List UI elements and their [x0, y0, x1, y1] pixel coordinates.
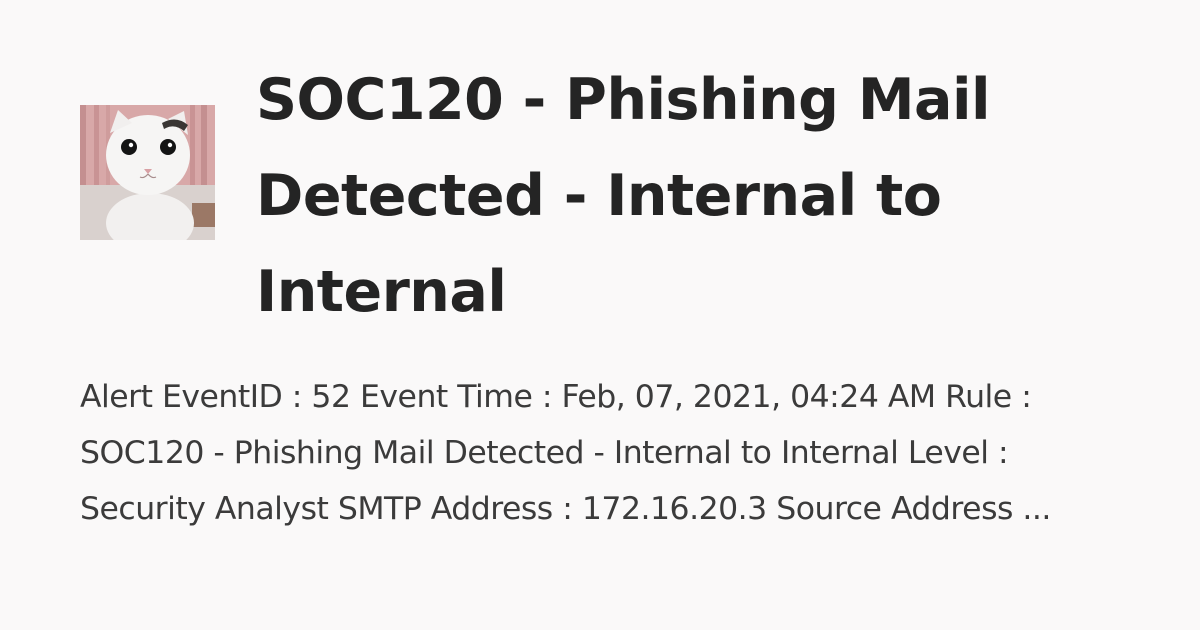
post-excerpt: Alert EventID : 52 Event Time : Feb, 07,…	[80, 379, 1051, 527]
preview-card: SOC120 - Phishing Mail Detected - Intern…	[0, 0, 1200, 630]
post-title[interactable]: SOC120 - Phishing Mail Detected - Intern…	[256, 52, 1136, 340]
author-avatar	[80, 105, 215, 240]
cat-photo-avatar-icon	[80, 105, 215, 240]
